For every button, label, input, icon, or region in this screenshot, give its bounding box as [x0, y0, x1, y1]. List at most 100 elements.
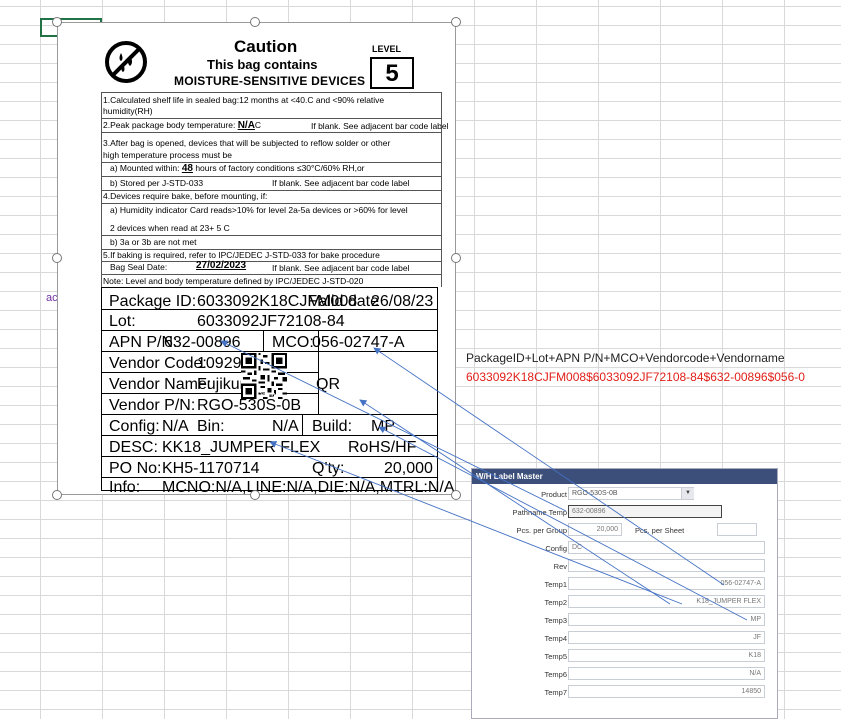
label-line: b) 3a or 3b are not met: [110, 237, 197, 247]
pathname-input[interactable]: 632-00896: [568, 505, 722, 518]
vendor-code-label: Vendor Code:: [109, 355, 207, 372]
mco-value: 056-02747-A: [312, 334, 405, 351]
label-line: a) Mounted within: 48 hours of factory c…: [110, 163, 365, 174]
po-label: PO No:: [109, 460, 162, 477]
no-moisture-icon: [105, 41, 147, 83]
resize-handle-tm[interactable]: [250, 17, 260, 27]
divider: [441, 92, 442, 287]
mco-label: MCO:: [272, 334, 314, 351]
config-label: Config:: [109, 418, 160, 435]
label-line: 27/02/2023: [196, 260, 247, 271]
lot-value: 6033092JF72108-84: [197, 313, 345, 330]
resize-handle-ml[interactable]: [52, 253, 62, 263]
temp6-input[interactable]: N/A: [568, 667, 765, 680]
label-line: 4.Devices require bake, before mounting,…: [103, 191, 268, 201]
divider: [101, 274, 441, 275]
vendor-name-label: Vendor Name:: [109, 376, 212, 393]
po-value: KH5-1170714: [162, 460, 260, 477]
resize-handle-bl[interactable]: [52, 490, 62, 500]
label-line: If blank. See adjacent bar code label: [272, 178, 410, 188]
qty-value: 20,000: [384, 460, 433, 477]
msd-heading: MOISTURE-SENSITIVE DEVICES: [174, 74, 366, 88]
label-line: b) Stored per J-STD-033: [110, 178, 204, 188]
temp2-input[interactable]: K18_JUMPER FLEX: [568, 595, 765, 608]
package-id-label: Package ID:: [109, 293, 197, 310]
config-value: N/A: [162, 418, 189, 435]
temp4-label: Temp4: [544, 634, 567, 643]
qty-label: Q'ty:: [312, 460, 345, 477]
temp1-label: Temp1: [544, 580, 567, 589]
label-line: 3.After bag is opened, devices that will…: [103, 138, 391, 148]
temp6-label: Temp6: [544, 670, 567, 679]
pcs-group-label: Pcs. per Group: [516, 526, 567, 535]
temp7-input[interactable]: 14850: [568, 685, 765, 698]
build-label: Build:: [312, 418, 353, 435]
label-line: Note: Level and body temperature defined…: [103, 276, 364, 286]
apn-value: 632-00896: [164, 334, 241, 351]
label-line: 2.Peak package body temperature: N/AC: [103, 120, 262, 131]
vendor-pn-label: Vendor P/N:: [109, 397, 196, 414]
resize-handle-tr[interactable]: [451, 17, 461, 27]
temp5-label: Temp5: [544, 652, 567, 661]
lot-label: Lot:: [109, 313, 136, 330]
temp4-input[interactable]: JF: [568, 631, 765, 644]
formula-value: 6033092K18CJFM008$6033092JF72108-84$632-…: [466, 370, 805, 384]
resize-handle-bm[interactable]: [250, 490, 260, 500]
dialog-title: W/H Label Master: [472, 469, 777, 484]
resize-handle-br[interactable]: [451, 490, 461, 500]
pathname-label: Pathname Temp: [512, 508, 567, 517]
label-line: humidity(RH): [103, 106, 153, 116]
qr-label: QR: [316, 376, 340, 393]
formula-text: PackageID+Lot+APN P/N+MCO+Vendorcode+Ven…: [466, 351, 785, 365]
level-label: LEVEL: [372, 44, 402, 54]
chevron-down-icon[interactable]: ▼: [681, 488, 694, 499]
bin-value: N/A: [272, 418, 299, 435]
build-value: MP: [371, 418, 395, 435]
level-value: 5: [370, 57, 414, 89]
config-field-label: Config: [545, 544, 567, 553]
label-line: If blank. See adjacent bar code label: [311, 121, 449, 131]
bin-label: Bin:: [197, 418, 225, 435]
pcs-sheet-label: Pcs. per Sheet: [635, 526, 685, 535]
config-input[interactable]: DC: [568, 541, 765, 554]
rev-label: Rev: [553, 562, 567, 571]
divider: [101, 235, 441, 236]
caution-title: Caution: [234, 37, 298, 56]
temp1-input[interactable]: 056-02747-A: [568, 577, 765, 590]
temp3-label: Temp3: [544, 616, 567, 625]
label-line: If blank. See adjacent bar code label: [272, 263, 410, 273]
label-line: 5.If baking is required, refer to IPC/JE…: [103, 250, 380, 260]
divider: [101, 176, 441, 177]
info-label: Info:: [109, 479, 141, 496]
divider: [101, 92, 441, 93]
vendor-pn-value: RGO-530S-0B: [197, 397, 302, 414]
label-line: 2 devices when read at 23+ 5 C: [110, 223, 230, 233]
rohs-value: RoHS/HF: [348, 439, 417, 456]
info-value: MCNO:N/A,LINE:N/A,DIE:N/A,MTRL:N/A: [162, 479, 455, 496]
temp7-label: Temp7: [544, 688, 567, 697]
desc-value: KK18_JUMPER FLEX: [162, 439, 321, 456]
resize-handle-tl[interactable]: [52, 17, 62, 27]
product-label: Product: [541, 490, 567, 499]
product-select[interactable]: RGO-530S-0B: [568, 487, 694, 500]
pcs-sheet-input[interactable]: [717, 523, 757, 536]
valid-date-value: 26/08/23: [371, 293, 434, 310]
divider: [101, 92, 102, 287]
valid-date-label: Valid date: [309, 293, 379, 310]
temp5-input[interactable]: K18: [568, 649, 765, 662]
label-line: 1.Calculated shelf life in sealed bag:12…: [103, 95, 385, 105]
resize-handle-mr[interactable]: [451, 253, 461, 263]
rev-input[interactable]: [568, 559, 765, 572]
temp3-input[interactable]: MP: [568, 613, 765, 626]
divider: [101, 203, 441, 204]
desc-label: DESC:: [109, 439, 158, 456]
label-line: a) Humidity indicator Card reads>10% for…: [110, 205, 408, 215]
label-line: high temperature process must be: [103, 150, 232, 160]
pcs-group-input[interactable]: 20,000: [568, 523, 622, 536]
bag-contains-text: This bag contains: [207, 57, 318, 72]
label-line: Bag Seal Date:: [110, 262, 168, 272]
wh-label-master-dialog: W/H Label Master Product RGO-530S-0B ▼ P…: [471, 468, 778, 719]
temp2-label: Temp2: [544, 598, 567, 607]
divider: [101, 118, 441, 119]
divider: [101, 132, 441, 133]
